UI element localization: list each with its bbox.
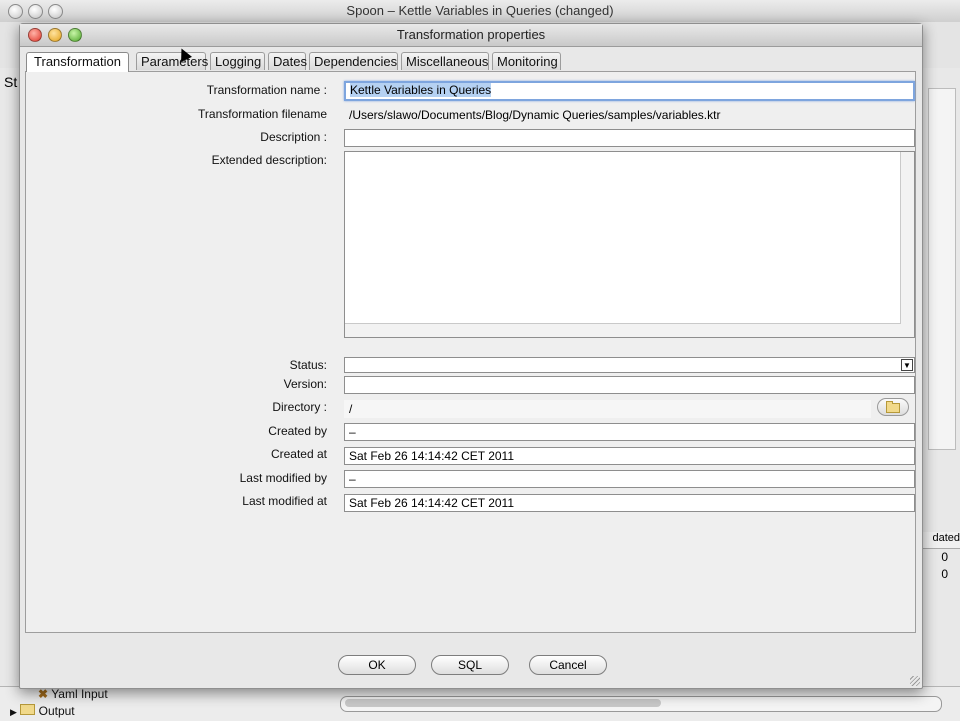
main-zoom-icon[interactable]: [48, 4, 63, 19]
dropdown-arrow-icon[interactable]: ▼: [901, 359, 913, 371]
tab-miscellaneous[interactable]: Miscellaneous: [401, 52, 489, 70]
minimize-icon[interactable]: [48, 28, 62, 42]
tree-item-output[interactable]: ▶ Output: [10, 704, 75, 718]
main-right-header-label: dated: [932, 532, 960, 544]
expand-triangle-icon[interactable]: ▶: [10, 707, 17, 717]
close-icon[interactable]: [28, 28, 42, 42]
last-modified-at-label: Last modified at: [242, 494, 327, 508]
transformation-filename-label: Transformation filename: [198, 107, 327, 121]
directory-label: Directory :: [272, 400, 327, 414]
extended-description-textarea[interactable]: [344, 151, 915, 338]
tab-parameters[interactable]: Parameters: [136, 52, 208, 70]
main-right-canvas: [928, 88, 956, 450]
status-select[interactable]: ▼: [344, 357, 915, 373]
main-left-label: St: [4, 74, 18, 90]
transformation-name-value: Kettle Variables in Queries: [350, 83, 492, 97]
tab-dates[interactable]: Dates: [268, 52, 307, 70]
tab-logging[interactable]: Logging: [210, 52, 265, 70]
main-right-column-header: dated: [918, 532, 960, 549]
version-input[interactable]: [344, 376, 915, 394]
transformation-filename-field: /Users/slawo/Documents/Blog/Dynamic Quer…: [344, 106, 915, 124]
created-at-input[interactable]: Sat Feb 26 14:14:42 CET 2011: [344, 447, 915, 465]
tab-dependencies[interactable]: Dependencies: [309, 52, 398, 70]
directory-field: /: [344, 400, 871, 418]
dialog-title: Transformation properties: [396, 27, 546, 42]
tree-item-label: Output: [38, 704, 75, 718]
transformation-tab-panel: Transformation name : Kettle Variables i…: [25, 71, 916, 633]
main-right-value: 0: [941, 567, 948, 581]
tree-item-yaml-input[interactable]: ✖ Yaml Input: [38, 687, 108, 701]
horizontal-scrollbar[interactable]: [345, 323, 901, 337]
main-window-titlebar: Spoon – Kettle Variables in Queries (cha…: [0, 0, 960, 23]
last-modified-at-input[interactable]: Sat Feb 26 14:14:42 CET 2011: [344, 494, 915, 512]
last-modified-by-input[interactable]: –: [344, 470, 915, 488]
created-at-label: Created at: [270, 447, 327, 461]
main-left-panel: St: [0, 68, 21, 720]
yaml-input-icon: ✖: [38, 687, 49, 701]
ok-button[interactable]: OK: [338, 655, 416, 675]
transformation-name-input[interactable]: Kettle Variables in Queries: [344, 81, 915, 101]
version-label: Version:: [283, 377, 327, 391]
description-input[interactable]: [344, 129, 915, 147]
extended-description-label: Extended description:: [211, 153, 327, 167]
folder-icon: [20, 704, 36, 715]
main-horizontal-scrollbar[interactable]: [340, 696, 942, 712]
cancel-button[interactable]: Cancel: [529, 655, 607, 675]
vertical-scrollbar[interactable]: [900, 152, 914, 337]
sql-button[interactable]: SQL: [431, 655, 509, 675]
description-label: Description :: [260, 130, 327, 144]
zoom-icon[interactable]: [68, 28, 82, 42]
transformation-name-label: Transformation name :: [206, 83, 327, 97]
tree-item-label: Yaml Input: [51, 687, 108, 701]
main-close-icon[interactable]: [8, 4, 23, 19]
created-by-label: Created by: [268, 424, 327, 438]
last-modified-by-label: Last modified by: [239, 471, 327, 485]
tab-transformation[interactable]: Transformation: [26, 52, 129, 72]
tab-monitoring[interactable]: Monitoring: [492, 52, 561, 70]
main-scrollbar-thumb[interactable]: [345, 699, 661, 707]
status-label: Status:: [289, 358, 327, 372]
dialog-titlebar[interactable]: Transformation properties: [20, 24, 922, 47]
browse-directory-button[interactable]: [877, 398, 909, 416]
main-right-value: 0: [941, 550, 948, 564]
main-window-title: Spoon – Kettle Variables in Queries (cha…: [346, 3, 614, 18]
folder-icon: [886, 401, 900, 413]
created-by-input[interactable]: –: [344, 423, 915, 441]
transformation-properties-dialog: Transformation properties Transformation…: [19, 23, 923, 689]
main-minimize-icon[interactable]: [28, 4, 43, 19]
resize-grip-icon[interactable]: [910, 676, 920, 686]
